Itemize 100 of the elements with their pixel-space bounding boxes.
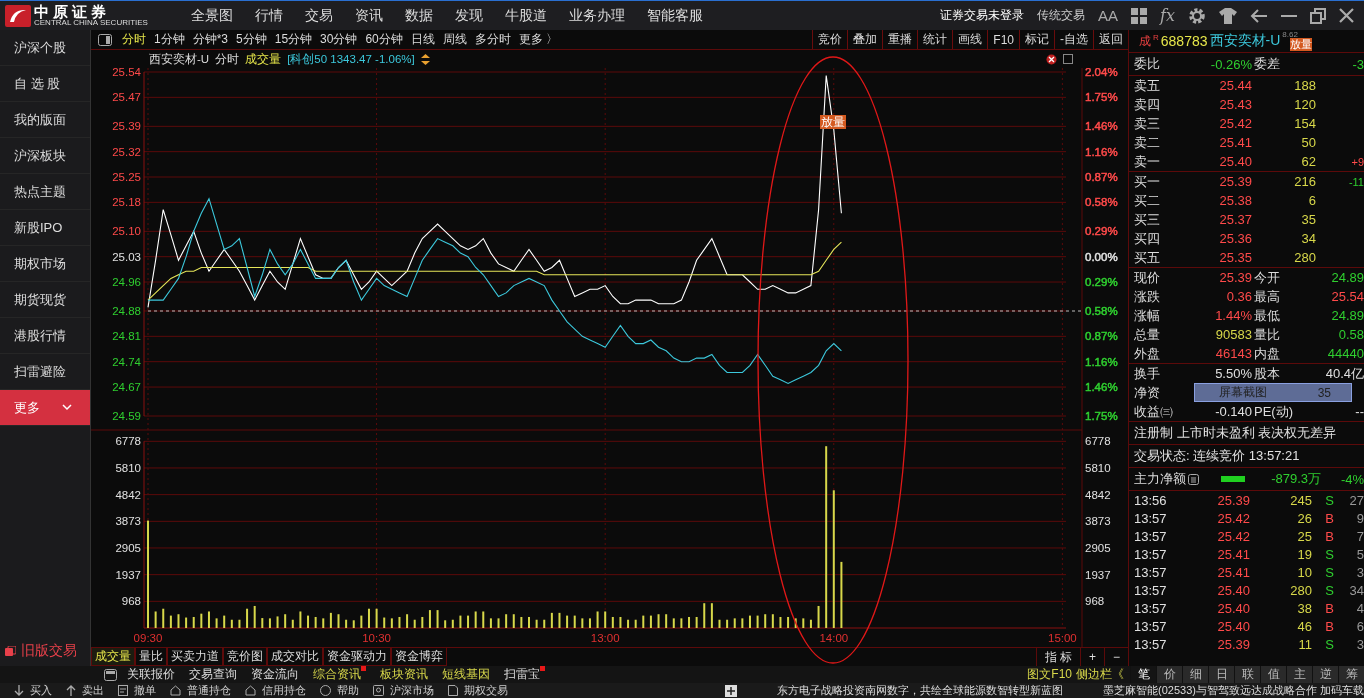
grid-icon[interactable]	[1131, 7, 1148, 24]
chart-tool-button[interactable]: 画线	[952, 30, 988, 49]
sidebar-item[interactable]: 自 选 股	[0, 66, 90, 102]
close-icon[interactable]	[1046, 53, 1057, 65]
news-ticker-item[interactable]: 东方电子战略投资南网数字，共绘全球能源数智转型新蓝图	[777, 683, 1063, 698]
nav-menu-item[interactable]: 业务办理	[558, 1, 636, 30]
period-tab[interactable]: 30分钟	[316, 31, 362, 48]
settings-icon[interactable]	[1188, 6, 1206, 25]
chart-tool-button[interactable]: 重播	[882, 30, 918, 49]
period-tab[interactable]: 更多 〉	[514, 31, 563, 48]
detail-tab[interactable]: 主	[1286, 666, 1312, 683]
trade-toolbar-button[interactable]: 期权交易	[448, 683, 508, 698]
sidebar-item[interactable]: 热点主题	[0, 174, 90, 210]
chart-tool-button[interactable]: 返回	[1093, 30, 1128, 49]
sidebar-item[interactable]: 港股行情	[0, 318, 90, 354]
detail-tab[interactable]: 日	[1208, 666, 1234, 683]
trade-toolbar-button[interactable]: 普通持仓	[170, 683, 231, 698]
nav-menu-item[interactable]: 交易	[294, 1, 344, 30]
percent-axis-label: 0.58%	[1085, 196, 1118, 209]
detail-tab[interactable]: 筹	[1338, 666, 1364, 683]
period-tab[interactable]: 5分钟	[232, 31, 271, 48]
ratio-value: -0.26%	[1209, 56, 1252, 72]
info-link[interactable]: 交易查询	[189, 666, 237, 683]
trade-time: 13:57	[1134, 636, 1168, 652]
detail-tab[interactable]: 逆	[1312, 666, 1338, 683]
trade-toolbar-button[interactable]: 撤单	[118, 683, 156, 698]
sidebar-item[interactable]: 更多	[0, 390, 90, 426]
panel-toggle-icon[interactable]	[98, 33, 112, 46]
chart-tool-button[interactable]: 叠加	[847, 30, 883, 49]
sidebar-item[interactable]: 期权市场	[0, 246, 90, 282]
nav-menu-item[interactable]: 发现	[444, 1, 494, 30]
ask-label: 卖四	[1134, 95, 1161, 114]
period-tab[interactable]: 周线	[438, 31, 471, 48]
sidebar-item[interactable]: 沪深个股	[0, 30, 90, 66]
login-status[interactable]: 证券交易未登录	[940, 7, 1025, 24]
side-link[interactable]: 侧边栏《	[1076, 666, 1124, 683]
formula-button[interactable]: fx	[1160, 6, 1175, 25]
bid-label: 买二	[1134, 191, 1161, 210]
restore-icon[interactable]	[1310, 7, 1326, 24]
legacy-trade-button[interactable]: 旧版交易	[0, 638, 90, 664]
detail-tab[interactable]: 价	[1156, 666, 1182, 683]
sidebar-item[interactable]: 我的版面	[0, 102, 90, 138]
indicator-tab[interactable]: 成交量	[91, 648, 135, 666]
diamond-icon[interactable]	[420, 53, 430, 65]
volume-bar	[787, 617, 790, 628]
detail-tab[interactable]: 联	[1234, 666, 1260, 683]
info-link[interactable]: 资金流向	[251, 666, 299, 683]
volume-bar	[444, 620, 447, 628]
stat-label: 净资	[1134, 383, 1161, 402]
info-link[interactable]: 关联报价	[127, 666, 175, 683]
nav-menu-item[interactable]: 数据	[394, 1, 444, 30]
trade-mode-link[interactable]: 传统交易	[1037, 7, 1086, 24]
news-ticker-item[interactable]: 墨芝麻智能(02533)与智驾致远达成战略合作 加码车载	[1103, 683, 1364, 698]
nav-menu-item[interactable]: 全景图	[180, 1, 244, 30]
sidebar-item[interactable]: 新股IPO	[0, 210, 90, 246]
info-link[interactable]: 扫雷宝	[504, 666, 540, 683]
info-link[interactable]: 综合资讯	[313, 666, 361, 683]
chart-tool-button[interactable]: 竞价	[812, 30, 848, 49]
side-link[interactable]: 图文F10	[1027, 666, 1072, 683]
sidebar-item[interactable]: 沪深板块	[0, 138, 90, 174]
chart-tool-button[interactable]: 标记	[1019, 30, 1054, 49]
panel-icon[interactable]	[104, 668, 117, 681]
info-link[interactable]: 短线基因	[442, 666, 490, 683]
info-link[interactable]: 板块资讯	[380, 666, 428, 683]
period-tab[interactable]: 60分钟	[361, 31, 407, 48]
period-tab[interactable]: 分时	[118, 31, 150, 48]
nav-menu-item[interactable]: 行情	[244, 1, 294, 30]
plus-icon[interactable]	[725, 684, 737, 697]
trade-volume: 38	[1296, 600, 1312, 616]
period-tab[interactable]: 多分时	[470, 31, 515, 48]
font-size-button[interactable]: AA	[1098, 7, 1119, 24]
sidebar-item[interactable]: 期货现货	[0, 282, 90, 318]
nav-menu-item[interactable]: 资讯	[344, 1, 394, 30]
bid-price: 25.36	[1218, 231, 1252, 246]
bid-label: 买五	[1134, 248, 1161, 267]
nav-menu-item[interactable]: 牛股道	[494, 1, 558, 30]
period-tab[interactable]: 日线	[406, 31, 439, 48]
trade-toolbar-button[interactable]: 帮助	[320, 683, 359, 698]
square-icon[interactable]	[1063, 54, 1073, 64]
chart-tool-button[interactable]: -自选	[1054, 30, 1093, 49]
detail-tab[interactable]: 细	[1182, 666, 1208, 683]
nav-menu-item[interactable]: 智能客服	[636, 1, 714, 30]
period-tab[interactable]: 分钟*3	[188, 31, 233, 48]
period-tab[interactable]: 1分钟	[150, 31, 189, 48]
percent-axis-label: 0.29%	[1085, 225, 1118, 238]
trade-toolbar-button[interactable]: 信用持仓	[245, 683, 306, 698]
back-arrow-icon[interactable]	[1250, 8, 1268, 23]
chart-tool-button[interactable]: F10	[987, 30, 1019, 49]
shirt-icon[interactable]	[1219, 7, 1237, 24]
chart-tool-button[interactable]: 统计	[917, 30, 953, 49]
trade-toolbar-button[interactable]: 卖出	[66, 683, 104, 698]
detail-tab[interactable]: 值	[1260, 666, 1286, 683]
list-icon[interactable]	[1188, 473, 1199, 485]
trade-toolbar-button[interactable]: 沪深市场	[373, 683, 434, 698]
row-label: 委差	[1253, 55, 1281, 73]
close-icon[interactable]	[1339, 8, 1354, 23]
volume-bar	[406, 614, 409, 628]
period-tab[interactable]: 15分钟	[270, 31, 317, 48]
price-axis-label: 25.54	[112, 68, 141, 78]
trade-toolbar-button[interactable]: 买入	[14, 683, 52, 698]
